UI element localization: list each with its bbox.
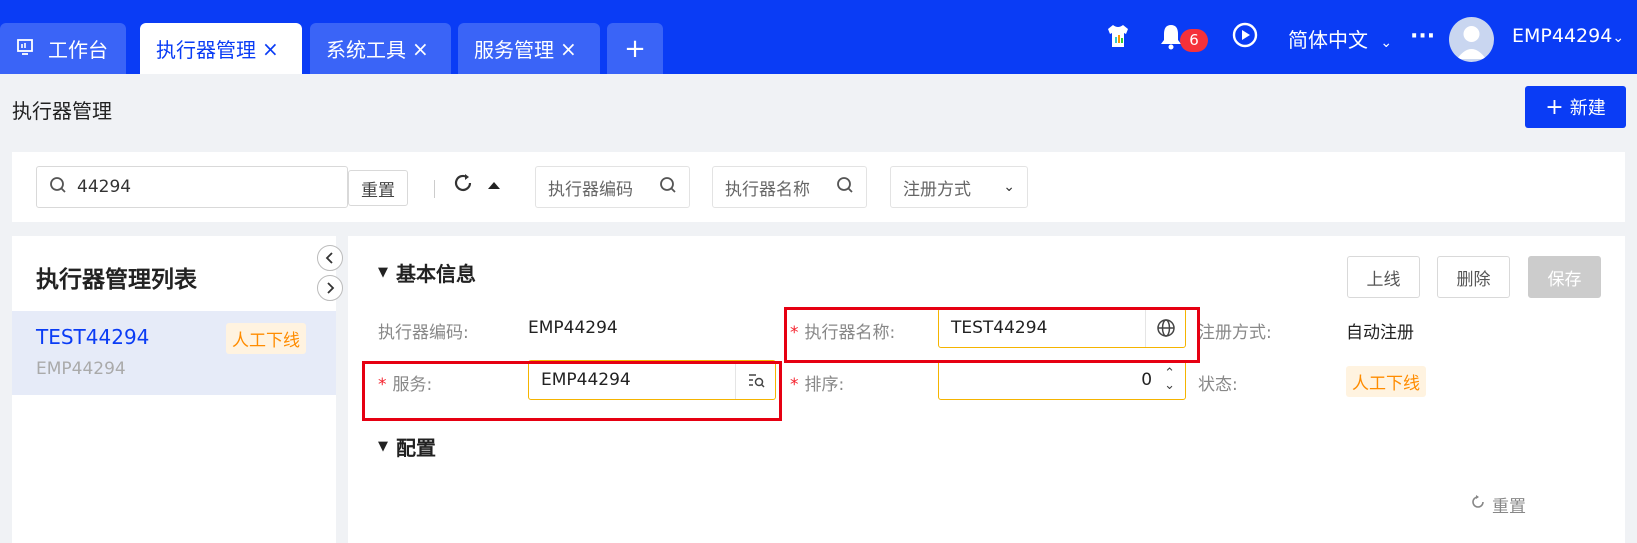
executor-code-placeholder: 执行器编码 [548,179,633,200]
shirt-icon[interactable] [1104,22,1132,54]
register-mode-placeholder: 注册方式 [903,179,971,200]
search-icon [49,176,67,199]
config-label: 配置 [396,436,436,460]
status-label: 状态: [1198,375,1238,395]
register-mode-filter[interactable]: 注册方式 ⌄ [890,166,1028,208]
config-section-title[interactable]: ▼ 配置 [378,432,436,461]
list-item-name: TEST44294 [36,325,150,349]
notification-badge: 6 [1180,29,1208,52]
refresh-icon[interactable] [452,172,474,198]
tab-label: 系统工具 [326,38,406,62]
new-button-label: 新建 [1569,98,1606,119]
list-title: 执行器管理列表 [36,267,197,293]
executor-code-label: 执行器编码: [378,323,469,343]
divider [434,180,435,198]
tab-workbench[interactable]: 工作台 [0,23,126,74]
language-label: 简体中文 [1288,28,1368,52]
close-icon[interactable]: × [412,37,429,61]
order-value: 0 [1141,370,1153,390]
executor-list-panel: 执行器管理列表 TEST44294 EMP44294 人工下线 [12,236,336,543]
order-label: * 排序: [790,375,845,395]
status-badge: 人工下线 [226,323,306,354]
top-nav-bar: 工作台 执行器管理 × 系统工具 × 服务管理 × + 6 简体中文 ⌄ ···… [0,0,1637,74]
close-icon[interactable]: × [560,37,577,61]
monitor-icon [16,37,34,61]
order-label-text: 排序: [804,375,845,395]
order-stepper[interactable]: 0 ⌃ ⌄ [938,360,1186,400]
list-item[interactable]: TEST44294 EMP44294 人工下线 [12,311,336,395]
chevron-right-icon [327,282,335,294]
collapse-up-icon[interactable] [486,176,502,195]
expand-right-button[interactable] [317,275,343,301]
executor-code-value: EMP44294 [528,318,618,338]
basic-info-section-title[interactable]: ▼ 基本信息 [378,258,476,287]
avatar[interactable] [1449,17,1494,62]
tab-executor-management[interactable]: 执行器管理 × [140,23,302,74]
caret-down-icon: ▼ [378,265,388,280]
chevron-down-icon: ⌄ [1003,179,1015,195]
highlight-box [362,361,782,421]
filter-bar: 44294 重置 执行器编码 执行器名称 注册方式 ⌄ [12,152,1625,222]
close-icon[interactable]: × [262,37,279,61]
user-menu[interactable]: EMP44294⌄ [1512,25,1624,47]
tab-label: 执行器管理 [156,38,256,62]
tab-label: 工作台 [48,38,108,62]
config-reset-button[interactable]: 重置 [1470,492,1526,517]
caret-down-icon: ▼ [378,439,388,454]
highlight-box [784,307,1200,363]
executor-name-placeholder: 执行器名称 [725,179,810,200]
reset-icon [1470,494,1486,515]
tab-service-management[interactable]: 服务管理 × [458,23,600,74]
search-value: 44294 [77,177,132,197]
save-button[interactable]: 保存 [1528,256,1601,298]
config-reset-label: 重置 [1492,497,1526,517]
user-name: EMP44294 [1512,25,1613,47]
reset-button[interactable]: 重置 [348,170,408,206]
list-item-code: EMP44294 [36,359,126,379]
new-button[interactable]: + 新建 [1525,86,1626,128]
tab-system-tools[interactable]: 系统工具 × [310,23,451,74]
basic-info-label: 基本信息 [396,262,476,286]
chevron-down-icon[interactable]: ⌄ [1164,379,1175,392]
page-title: 执行器管理 [12,99,112,123]
executor-name-filter[interactable]: 执行器名称 [712,166,867,208]
language-selector[interactable]: 简体中文 ⌄ [1288,24,1392,53]
search-icon [836,176,854,199]
play-circle-icon[interactable] [1232,22,1258,52]
plus-icon: + [1545,94,1564,120]
chevron-down-icon: ⌄ [1612,30,1625,46]
collapse-left-button[interactable] [317,245,343,271]
tab-label: 服务管理 [474,38,554,62]
chevron-left-icon [325,252,333,264]
status-badge: 人工下线 [1346,366,1426,397]
search-input[interactable]: 44294 [36,166,348,208]
chevron-down-icon: ⌄ [1380,35,1393,51]
delete-button[interactable]: 删除 [1437,256,1510,298]
search-icon [659,176,677,199]
more-icon[interactable]: ··· [1410,24,1435,49]
register-mode-value: 自动注册 [1346,323,1414,343]
online-button[interactable]: 上线 [1347,256,1420,298]
register-mode-label: 注册方式: [1198,323,1272,343]
executor-code-filter[interactable]: 执行器编码 [535,166,690,208]
add-tab-button[interactable]: + [607,23,663,74]
